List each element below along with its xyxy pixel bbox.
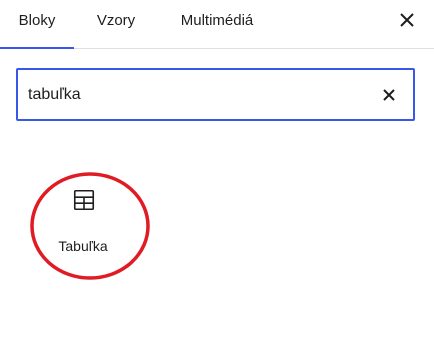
close-icon xyxy=(400,13,414,27)
inserter-tabs: Bloky Vzory Multimédiá xyxy=(0,0,434,49)
tab-blocks[interactable]: Bloky xyxy=(0,0,74,49)
clear-search-button[interactable] xyxy=(379,85,399,105)
tab-media[interactable]: Multimédiá xyxy=(165,0,269,48)
table-icon xyxy=(73,189,95,211)
block-result-label: Tabuľka xyxy=(58,238,108,254)
close-inserter-button[interactable] xyxy=(394,7,420,33)
tab-patterns[interactable]: Vzory xyxy=(83,0,149,48)
block-result-table[interactable]: Tabuľka xyxy=(40,178,130,268)
search-box xyxy=(16,68,415,121)
close-icon xyxy=(383,89,395,101)
search-input[interactable] xyxy=(20,70,360,119)
